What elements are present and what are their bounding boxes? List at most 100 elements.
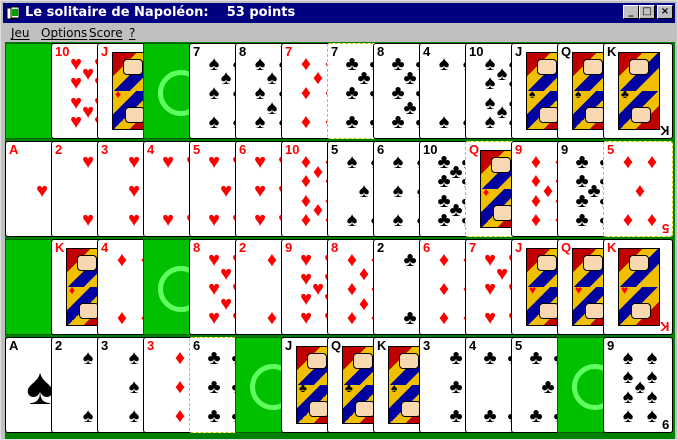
card-rank: 6 [423, 240, 431, 255]
card-rank: 2 [239, 240, 247, 255]
diamonds-icon: ♦ [174, 376, 186, 398]
card-rank: 5 [607, 142, 615, 157]
hearts-icon: ♥ [128, 180, 140, 202]
menu-bar: Jeu Options Score ? [3, 24, 675, 42]
menu-options[interactable]: Options [41, 26, 87, 40]
clubs-icon: ♣ [437, 209, 451, 231]
spades-icon: ♠ [484, 72, 496, 94]
card-rank: 6 [193, 338, 201, 353]
card-rank: 7 [193, 44, 201, 59]
diamonds-icon: ♦ [634, 180, 646, 202]
playing-card-5-diamonds[interactable]: 5 ♦ ♦ ♦ ♦ ♦ 5 [603, 141, 673, 237]
diamonds-icon: ♦ [116, 307, 128, 329]
hearts-icon: ♥ [300, 288, 312, 310]
diamonds-icon: ♦ [300, 209, 312, 231]
close-button[interactable]: × [657, 5, 673, 19]
card-rank-corner: 5 [661, 221, 669, 236]
card-rank: J [515, 44, 523, 59]
card-rank: J [101, 44, 109, 59]
clubs-icon: ♣ [345, 82, 359, 104]
clubs-icon: ♣ [621, 87, 629, 101]
hearts-icon: ♥ [621, 283, 629, 297]
window-title: Le solitaire de Napoléon: 53 points [25, 5, 296, 20]
diamonds-icon: ♦ [115, 87, 122, 101]
playing-card-k-hearts[interactable]: K ♥ K [603, 239, 673, 335]
spades-icon: ♠ [128, 347, 140, 369]
hearts-icon: ♥ [36, 180, 48, 202]
card-rank: 7 [469, 240, 477, 255]
menu-help[interactable]: ? [129, 26, 135, 40]
card-rank: 6 [377, 142, 385, 157]
card-rank-corner: K [659, 319, 669, 334]
card-rank: 4 [101, 240, 109, 255]
playing-card-9-spades[interactable]: 9 ♠ ♠ ♠ ♠ ♠ ♠ ♠ ♠ ♠ 9 [603, 337, 673, 433]
diamonds-icon: ♦ [266, 249, 278, 271]
card-rank: Q [561, 240, 572, 255]
spades-icon: ♠ [438, 53, 450, 75]
card-rank: K [607, 44, 617, 59]
hearts-icon: ♥ [82, 151, 94, 173]
card-rank: 2 [55, 338, 63, 353]
spades-icon: ♠ [646, 386, 658, 408]
card-rank: 7 [285, 44, 293, 59]
clubs-icon: ♣ [437, 170, 451, 192]
card-rank: 8 [239, 44, 247, 59]
minimize-button[interactable]: _ [623, 5, 639, 19]
card-rank: K [55, 240, 65, 255]
diamonds-icon: ♦ [116, 249, 128, 271]
clubs-icon: ♣ [345, 381, 353, 395]
hearts-icon: ♥ [208, 151, 220, 173]
diamonds-icon: ♦ [174, 405, 186, 427]
spades-icon: ♠ [128, 376, 140, 398]
spades-icon: ♠ [346, 209, 358, 231]
diamonds-icon: ♦ [438, 307, 450, 329]
card-rank-corner: K [659, 123, 669, 138]
hearts-icon: ♥ [70, 111, 82, 133]
spades-icon: ♠ [575, 87, 582, 101]
hearts-icon: ♥ [484, 278, 496, 300]
spades-icon: ♠ [346, 151, 358, 173]
clubs-icon: ♣ [541, 376, 555, 398]
spades-icon: ♠ [208, 82, 220, 104]
hearts-icon: ♥ [529, 283, 537, 297]
spades-icon: ♠ [622, 386, 634, 408]
playing-card-k-clubs[interactable]: K ♣ K [603, 43, 673, 139]
card-rank: 7 [331, 44, 339, 59]
diamonds-icon: ♦ [69, 283, 76, 297]
spades-icon: ♠ [622, 405, 634, 427]
card-rank: 4 [147, 142, 155, 157]
title-bar[interactable]: Le solitaire de Napoléon: 53 points _ □ … [3, 3, 675, 23]
game-window: Le solitaire de Napoléon: 53 points _ □ … [0, 0, 678, 440]
card-rank: 4 [469, 338, 477, 353]
hearts-icon: ♥ [208, 209, 220, 231]
diamonds-icon: ♦ [266, 307, 278, 329]
maximize-button[interactable]: □ [639, 5, 655, 19]
card-rank: J [285, 338, 293, 353]
card-rank: 9 [285, 240, 293, 255]
clubs-icon: ♣ [403, 307, 417, 329]
card-rank: 6 [239, 142, 247, 157]
diamonds-icon: ♦ [483, 185, 490, 199]
hearts-icon: ♥ [162, 209, 174, 231]
hearts-icon: ♥ [82, 209, 94, 231]
hearts-icon: ♥ [254, 209, 266, 231]
card-rank: 5 [331, 142, 339, 157]
spades-icon: ♠ [392, 209, 404, 231]
diamonds-icon: ♦ [622, 151, 634, 173]
card-rank: Q [561, 44, 572, 59]
menu-jeu[interactable]: Jeu [11, 26, 30, 40]
hearts-icon: ♥ [70, 72, 82, 94]
card-rank: 3 [423, 338, 431, 353]
hearts-icon: ♥ [484, 307, 496, 329]
card-table: 10♥♥♥♥♥♥♥♥♥♥J♦7♠♠♠♠♠♠♠8♠♠♠♠♠♠♠♠7♦♦♦♦♦♦♦7… [5, 42, 675, 439]
card-rank: Q [469, 142, 480, 157]
card-rank: 9 [607, 338, 615, 353]
card-rank: 8 [331, 240, 339, 255]
menu-score[interactable]: Score [89, 26, 123, 40]
card-rank: 3 [101, 142, 109, 157]
spades-icon: ♠ [391, 381, 398, 395]
clubs-icon: ♣ [403, 249, 417, 271]
clubs-icon: ♣ [391, 111, 405, 133]
spades-icon: ♠ [82, 347, 94, 369]
diamonds-icon: ♦ [530, 209, 542, 231]
